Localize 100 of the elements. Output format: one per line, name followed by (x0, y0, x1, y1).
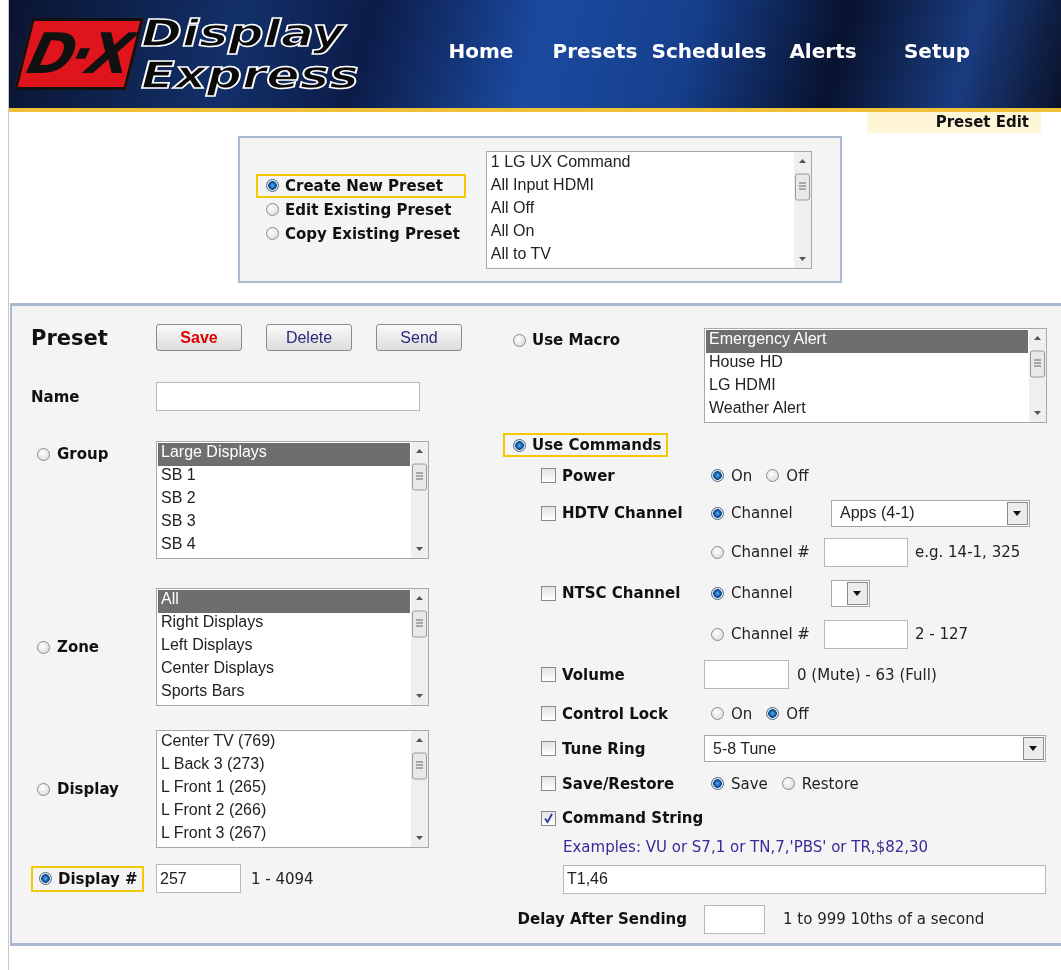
list-box[interactable]: Center TV (769) L Back 3 (273) L Front 1 (265) L Front 2 (266) L Front 3 (267) (156, 730, 429, 848)
list-item[interactable]: All (158, 590, 410, 613)
range-hint: 2 - 127 (915, 625, 969, 643)
radio-label: Use Commands (532, 436, 662, 454)
radio-button[interactable] (37, 640, 50, 654)
dropdown[interactable]: 5-8 Tune (704, 735, 1046, 762)
radio-button[interactable] (711, 545, 724, 559)
list-item[interactable]: Center Displays (158, 659, 410, 682)
radio-button[interactable] (711, 777, 724, 790)
checkbox[interactable] (541, 776, 556, 791)
radio-label: Off (786, 466, 809, 485)
nav-link[interactable]: Schedules (651, 39, 767, 63)
radio-button[interactable] (711, 506, 724, 520)
radio-button[interactable] (711, 707, 724, 720)
text-field[interactable] (824, 537, 908, 567)
list-item[interactable]: House HD (706, 353, 1028, 376)
list-item[interactable]: Right Displays (158, 613, 410, 636)
list-item[interactable]: L Front 3 (267) (158, 824, 410, 847)
radio-button[interactable] (781, 777, 795, 790)
radio-button[interactable] (266, 179, 279, 192)
scrollbar[interactable] (793, 151, 811, 268)
radio-button[interactable] (711, 627, 724, 641)
button[interactable]: Send (376, 324, 462, 351)
list-item[interactable]: L Back 3 (273) (158, 755, 410, 778)
list-item[interactable]: All On (487, 221, 793, 245)
checkbox[interactable] (541, 505, 556, 521)
example-text: Examples: VU or S7,1 or TN,7,'PBS' or TR,$82,30 (562, 837, 930, 858)
radio-button[interactable] (37, 782, 50, 796)
radio-label: Create New Preset (285, 176, 443, 195)
list-item[interactable]: All Off (487, 198, 793, 222)
button[interactable]: Save (156, 324, 242, 351)
caret-icon (1023, 737, 1044, 760)
list-box[interactable]: 1 LG UX Command All Input HDMI All Off All On All to TV (485, 150, 812, 269)
list-item[interactable]: SB 1 (158, 466, 410, 489)
nav-link[interactable]: Presets (552, 39, 638, 63)
list-item[interactable]: All to TV (487, 244, 793, 268)
radio-button[interactable] (37, 447, 50, 461)
list-box[interactable]: All Right Displays Left Displays Center Displays Sports Bars (156, 588, 429, 706)
checkbox-label: Control Lock (562, 704, 668, 723)
section-title: Preset (31, 325, 109, 350)
nav-link[interactable]: Setup (903, 39, 971, 63)
list-item[interactable]: L Front 1 (265) (158, 778, 410, 801)
checkbox[interactable] (541, 706, 556, 721)
page-tab[interactable]: Preset Edit (867, 112, 1041, 133)
radio-label: Display (57, 780, 119, 798)
text-field[interactable] (824, 619, 908, 649)
list-item[interactable]: Large Displays (158, 443, 410, 466)
list-item[interactable]: Weather Alert (706, 399, 1028, 422)
radio-button[interactable] (513, 333, 526, 347)
checkbox-label: NTSC Channel (562, 584, 681, 602)
scrollbar[interactable] (411, 731, 428, 847)
list-item[interactable]: Left Displays (158, 636, 410, 659)
checkbox-label: Save/Restore (562, 774, 675, 793)
dropdown[interactable]: Apps (4-1) (831, 499, 1030, 527)
button[interactable]: Delete (266, 324, 352, 351)
radio-button[interactable] (766, 469, 780, 482)
list-item[interactable]: SB 2 (158, 489, 410, 512)
radio-label: On (731, 466, 753, 485)
text-field[interactable] (704, 660, 789, 689)
radio-button[interactable] (766, 707, 780, 720)
radio-label: Channel # (731, 625, 810, 643)
radio-button[interactable] (266, 203, 279, 216)
radio-button[interactable] (266, 227, 279, 240)
checkbox[interactable] (541, 810, 556, 826)
logo-text: Display (141, 12, 347, 54)
checkbox-label: HDTV Channel (562, 504, 683, 522)
list-item[interactable]: SB 3 (158, 512, 410, 535)
scrollbar[interactable] (1029, 329, 1046, 422)
radio-label: Off (786, 704, 809, 723)
list-item[interactable]: SB 4 (158, 535, 410, 558)
radio-label: Display # (58, 869, 138, 888)
list-item[interactable]: Sports Bars (158, 682, 410, 705)
checkbox[interactable] (541, 741, 556, 756)
radio-label: Save (731, 774, 768, 793)
dropdown[interactable] (831, 579, 870, 607)
scrollbar[interactable] (411, 442, 428, 558)
text-field[interactable] (704, 904, 765, 934)
radio-button[interactable] (711, 469, 724, 482)
checkbox[interactable] (541, 468, 556, 483)
text-field[interactable] (156, 382, 420, 411)
radio-button[interactable] (711, 586, 724, 600)
range-hint: 0 (Mute) - 63 (Full) (797, 665, 937, 684)
radio-button[interactable] (39, 872, 52, 885)
list-item[interactable]: Emergency Alert (706, 330, 1028, 353)
text-field[interactable]: 257 (156, 864, 241, 893)
radio-button[interactable] (513, 438, 526, 452)
list-item[interactable]: All Input HDMI (487, 175, 793, 199)
list-box[interactable]: Large Displays SB 1 SB 2 SB 3 SB 4 (156, 441, 429, 559)
text-field[interactable]: T1,46 (563, 864, 1046, 894)
list-box[interactable]: Emergency Alert House HD LG HDMI Weather Alert (704, 328, 1047, 423)
checkbox[interactable] (541, 667, 556, 682)
scrollbar[interactable] (411, 589, 428, 705)
list-item[interactable]: Center TV (769) (158, 732, 410, 755)
list-item[interactable]: 1 LG UX Command (487, 152, 793, 176)
list-item[interactable]: LG HDMI (706, 376, 1028, 399)
radio-label: Use Macro (532, 331, 621, 349)
list-item[interactable]: L Front 2 (266) (158, 801, 410, 824)
nav-link[interactable]: Home (448, 39, 514, 63)
nav-link[interactable]: Alerts (789, 39, 857, 63)
checkbox[interactable] (541, 585, 556, 601)
